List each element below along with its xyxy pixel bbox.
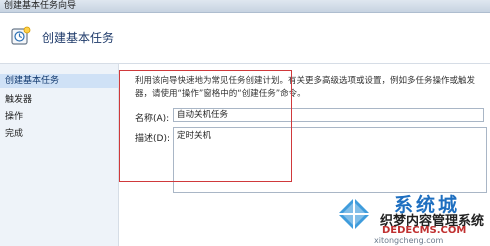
windows-logo-icon (338, 198, 370, 230)
task-wizard-icon (11, 26, 31, 45)
site-watermark: 系统城 织梦内容管理系统 DEDECMS.COM xitongcheng.com (334, 192, 490, 246)
description-line: 器，请使用“操作”窗格中的“创建任务”命令。 (135, 89, 306, 99)
name-label: 名称(A): (135, 114, 170, 124)
sidebar-item-action[interactable]: 操作 (0, 110, 118, 124)
wizard-description: 利用该向导快速地为常见任务创建计划。有关更多高级选项或设置，例如多任务操作或触发… (135, 75, 485, 101)
sidebar-item-label: 创建基本任务 (5, 76, 60, 86)
name-input[interactable]: 自动关机任务 (173, 108, 484, 122)
sidebar-item-create-basic-task[interactable]: 创建基本任务 (0, 74, 118, 88)
description-textarea[interactable]: 定时关机 (173, 127, 487, 193)
sidebar-item-label: 操作 (5, 112, 24, 122)
description-label: 描述(D): (135, 134, 170, 144)
sidebar-item-trigger[interactable]: 触发器 (0, 93, 118, 107)
wizard-header: 创建基本任务 (0, 13, 490, 64)
description-line: 利用该向导快速地为常见任务创建计划。有关更多高级选项或设置，例如多任务操作或触发 (135, 76, 476, 86)
sidebar-item-label: 触发器 (5, 95, 33, 105)
window-title: 创建基本任务向导 (4, 1, 77, 11)
sidebar-item-finish[interactable]: 完成 (0, 127, 118, 141)
title-bar: 创建基本任务向导 (0, 0, 490, 13)
sidebar-item-label: 完成 (5, 129, 24, 139)
page-title: 创建基本任务 (42, 31, 115, 45)
watermark-url-2: xitongcheng.com (374, 236, 444, 245)
wizard-steps-sidebar: 创建基本任务 触发器 操作 完成 (0, 64, 119, 246)
watermark-url-1: DEDECMS.COM (382, 225, 467, 236)
